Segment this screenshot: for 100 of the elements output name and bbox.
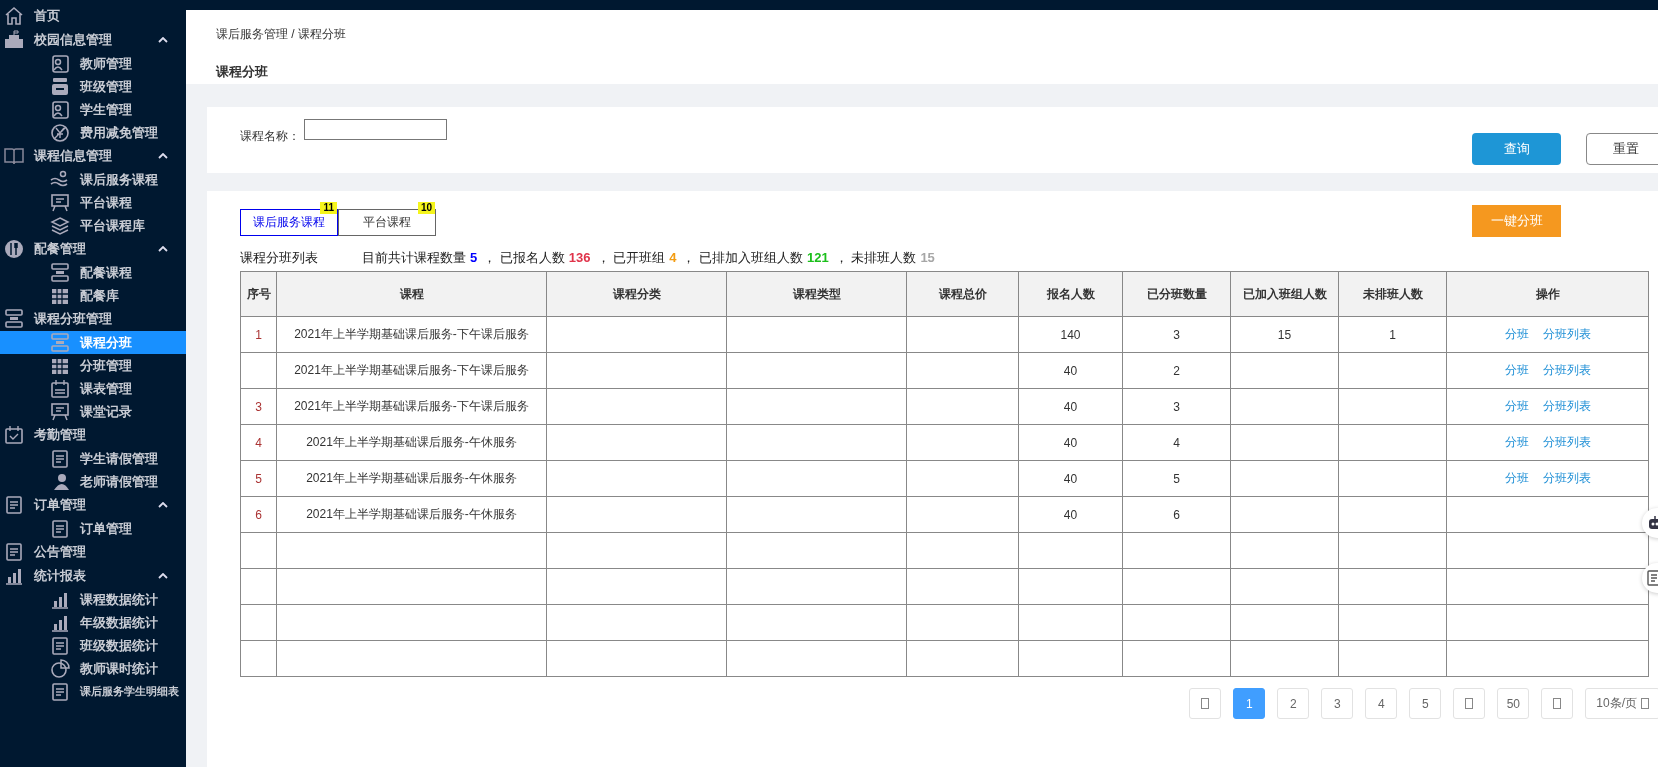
sidebar-group[interactable]: 首页 [0, 4, 186, 28]
page-button[interactable]: 50 [1497, 688, 1530, 719]
sidebar-group[interactable]: 考勤管理 [0, 423, 186, 447]
pie-chart-icon [50, 658, 70, 679]
sidebar-item[interactable]: 平台课程 [0, 191, 186, 214]
class-list-link[interactable]: 分班列表 [1542, 363, 1591, 377]
column-header: 已分班数量 [1122, 271, 1231, 317]
sidebar-group[interactable]: 课程信息管理 [0, 144, 186, 168]
sidebar-item[interactable]: 班级管理 [0, 75, 186, 98]
sidebar-group[interactable]: 校园信息管理 [0, 28, 186, 52]
sidebar-item[interactable]: 订单管理 [0, 517, 186, 540]
sidebar-group[interactable]: 订单管理 [0, 493, 186, 517]
table-cell: 3 [240, 388, 277, 425]
table-cell: 2 [1122, 352, 1231, 389]
table-cell: 2021年上半学期基础课后服务-午休服务 [276, 496, 547, 533]
table-cell: 40 [1018, 352, 1123, 389]
count-badge: 10 [417, 202, 435, 214]
sidebar-item[interactable]: 配餐库 [0, 284, 186, 307]
sidebar-group[interactable]: 配餐管理 [0, 237, 186, 261]
yen-icon [50, 122, 70, 143]
table-cell: 2021年上半学期基础课后服务-午休服务 [276, 424, 547, 461]
stat-value: 5 [470, 250, 478, 265]
bar-chart-icon [4, 566, 24, 586]
table-cell: 6 [1122, 496, 1231, 533]
course-name-field[interactable] [304, 119, 447, 140]
document-icon [50, 518, 70, 539]
sidebar-item[interactable]: 费用减免管理 [0, 121, 186, 144]
sidebar-item[interactable]: 课堂记录 [0, 400, 186, 423]
sidebar-item[interactable]: 课表管理 [0, 377, 186, 400]
column-header: 未排班人数 [1338, 271, 1447, 317]
sidebar-item[interactable]: 年级数据统计 [0, 611, 186, 634]
reset-button[interactable]: 重置 [1586, 133, 1658, 165]
table-cell: 3 [1122, 316, 1231, 353]
sidebar-item[interactable]: 课程数据统计 [0, 588, 186, 611]
page-button[interactable]: 2 [1277, 688, 1310, 719]
page-title: 课程分班 [216, 63, 269, 81]
page-button[interactable]: 5 [1409, 688, 1442, 719]
sidebar-item[interactable]: 课后服务学生明细表 [0, 680, 186, 703]
home-icon [4, 6, 24, 26]
sidebar-item[interactable]: 老师请假管理 [0, 470, 186, 493]
sidebar-item[interactable]: 班级数据统计 [0, 634, 186, 657]
sidebar-item[interactable]: 平台课程库 [0, 214, 186, 237]
count-badge: 11 [320, 202, 337, 214]
sidebar-item[interactable]: 学生请假管理 [0, 447, 186, 470]
class-list-link[interactable]: 分班列表 [1542, 327, 1591, 341]
document-icon [4, 495, 24, 515]
table-cell: 4 [240, 424, 277, 461]
sidebar-item[interactable]: 教师管理 [0, 52, 186, 75]
table-cell: 40 [1018, 424, 1123, 461]
utensils-icon [4, 239, 24, 259]
stat-value: 121 [807, 250, 829, 265]
calendar-icon [50, 378, 70, 399]
table-cell: 2021年上半学期基础课后服务-下午课后服务 [276, 316, 547, 353]
sidebar-item[interactable]: 课后服务课程 [0, 168, 186, 191]
table-cell: 40 [1018, 388, 1123, 425]
building-icon [4, 30, 24, 50]
sidebar-group[interactable]: 课程分班管理 [0, 307, 186, 331]
missing-glyph-icon [1465, 698, 1474, 709]
table-cell: 2021年上半学期基础课后服务-午休服务 [276, 460, 547, 497]
column-header: 课程类型 [726, 271, 907, 317]
flow-icon [50, 262, 70, 283]
document-icon [50, 635, 70, 656]
sidebar-item[interactable]: 分班管理 [0, 354, 186, 377]
flow-icon [50, 332, 70, 353]
table-cell: 1 [1338, 316, 1447, 353]
board-icon [50, 401, 70, 422]
stat-label: ， 已排加入班组人数 [682, 249, 804, 267]
sidebar-item[interactable]: 教师课时统计 [0, 657, 186, 680]
sidebar-group[interactable]: 公告管理 [0, 540, 186, 564]
stat-label: ， 已开班组 [596, 249, 666, 267]
column-header: 序号 [240, 271, 277, 317]
table-cell: 2021年上半学期基础课后服务-下午课后服务 [276, 388, 547, 425]
sidebar-item[interactable]: 学生管理 [0, 98, 186, 121]
assign-link[interactable]: 分班 [1504, 363, 1529, 377]
stat-value: 15 [920, 250, 935, 265]
list-title: 课程分班列表 [240, 249, 318, 267]
assign-link[interactable]: 分班 [1504, 399, 1529, 413]
person-card-icon [50, 53, 70, 74]
class-list-link[interactable]: 分班列表 [1542, 435, 1591, 449]
more-pages-button[interactable] [1453, 688, 1486, 719]
page-size-select[interactable]: 10条/页 [1585, 688, 1658, 719]
class-list-link[interactable]: 分班列表 [1542, 471, 1591, 485]
page-button[interactable]: 4 [1365, 688, 1398, 719]
stat-label: ， 未排班人数 [834, 249, 917, 267]
class-list-link[interactable]: 分班列表 [1542, 399, 1591, 413]
column-header: 已加入班组人数 [1230, 271, 1339, 317]
table-cell: 15 [1230, 316, 1339, 353]
stat-value: 4 [669, 250, 677, 265]
table-cell: 140 [1018, 316, 1123, 353]
previous-page-button[interactable] [1189, 688, 1222, 719]
stat-label: 目前共计课程数量 [362, 249, 466, 267]
assign-link[interactable]: 分班 [1504, 471, 1529, 485]
assign-link[interactable]: 分班 [1504, 327, 1529, 341]
page-button[interactable]: 3 [1321, 688, 1354, 719]
sidebar-group[interactable]: 统计报表 [0, 564, 186, 588]
book-icon [4, 146, 24, 166]
assign-link[interactable]: 分班 [1504, 435, 1529, 449]
next-page-button[interactable] [1541, 688, 1574, 719]
missing-glyph-icon [1553, 698, 1562, 709]
sidebar-item[interactable]: 配餐课程 [0, 261, 186, 284]
